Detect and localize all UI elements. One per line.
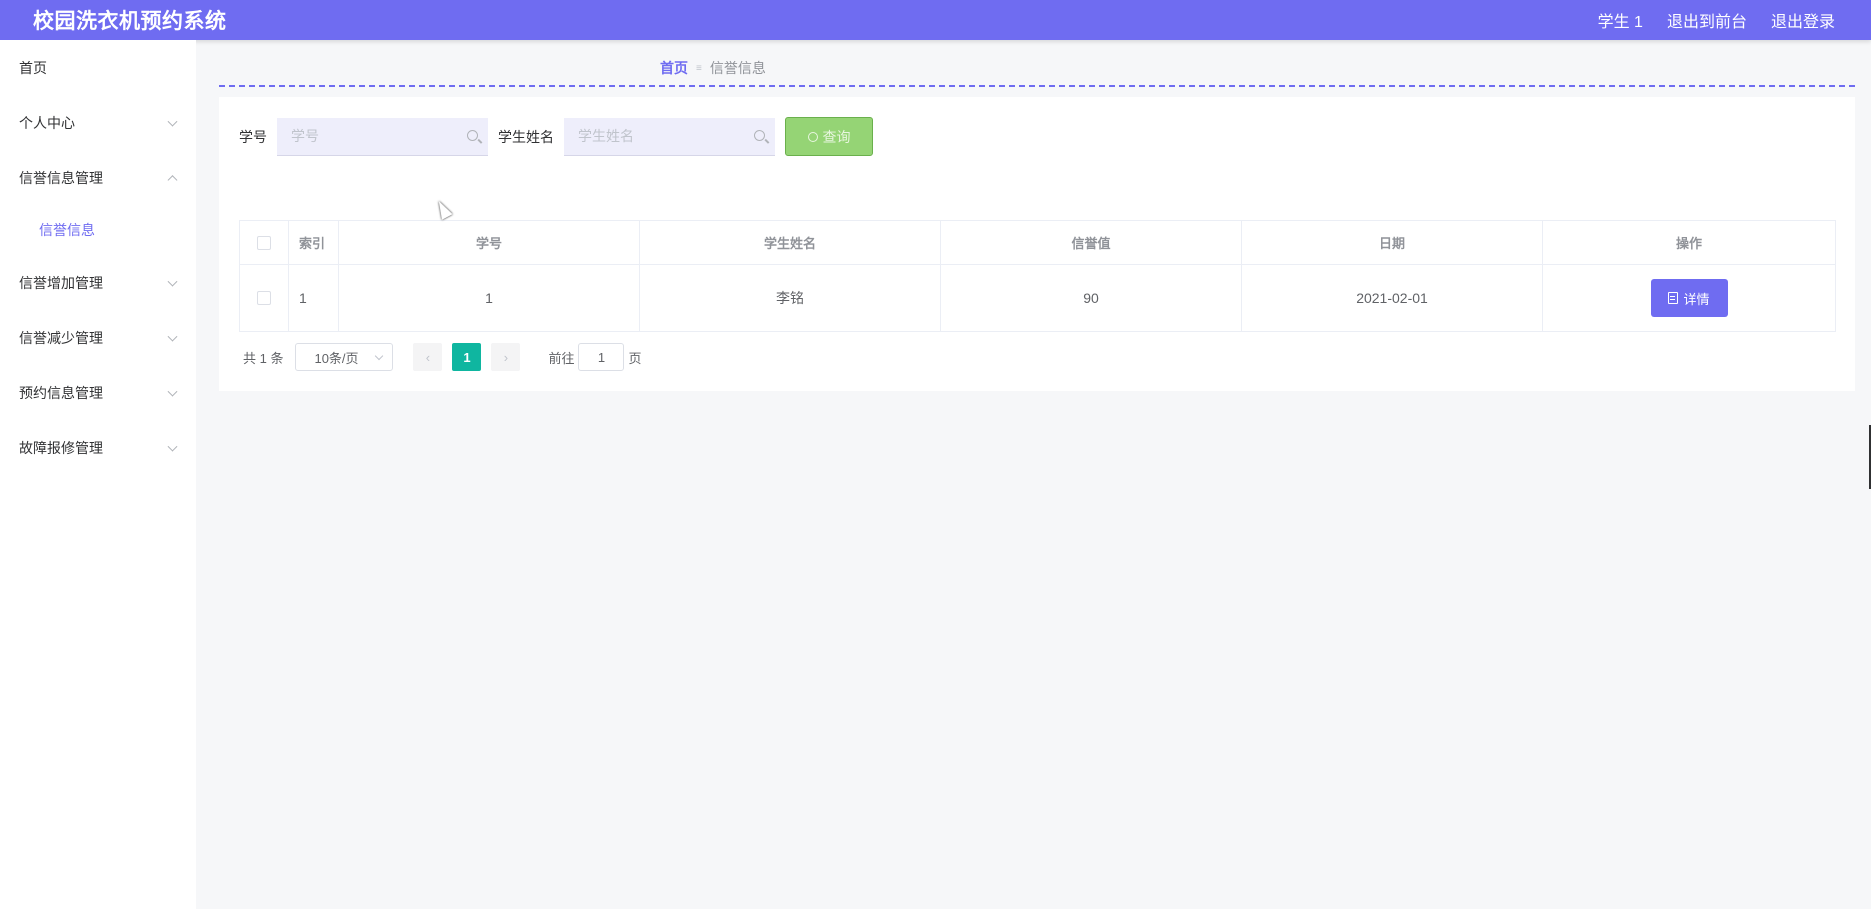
query-button[interactable]: 查询 <box>785 117 873 156</box>
document-icon <box>1668 292 1679 304</box>
breadcrumb-separator-icon: ≡ <box>696 62 702 74</box>
table-row: 1 1 李铭 90 2021-02-01 详情 <box>240 265 1835 331</box>
search-icon <box>754 129 765 141</box>
chevron-down-icon <box>167 386 178 397</box>
sidebar-item-credit-decrease-management[interactable]: 信誉减少管理 <box>0 310 196 365</box>
column-header-date: 日期 <box>1242 221 1543 264</box>
credit-table: 索引 学号 学生姓名 信誉值 日期 操作 1 1 李铭 90 2021-02-0… <box>239 220 1836 332</box>
student-id-field <box>277 117 488 156</box>
column-header-student-name: 学生姓名 <box>640 221 941 264</box>
page-suffix-label: 页 <box>628 350 642 366</box>
breadcrumb-home[interactable]: 首页 <box>660 58 688 78</box>
goto-label: 前往 <box>548 350 575 366</box>
cell-student-name: 李铭 <box>640 265 941 331</box>
column-header-index: 索引 <box>289 221 339 264</box>
header-checkbox-cell <box>240 221 289 264</box>
column-header-action: 操作 <box>1675 236 1702 251</box>
sidebar-item-label: 信誉信息管理 <box>19 169 103 186</box>
sidebar-item-label: 个人中心 <box>19 114 75 131</box>
search-bar: 学号 学生姓名 查询 <box>239 117 873 156</box>
page-size-select[interactable]: 10条/页 <box>295 343 394 371</box>
page-number-button[interactable]: 1 <box>452 343 482 371</box>
detail-button-label: 详情 <box>1683 291 1710 307</box>
goto-page-input[interactable] <box>578 343 625 371</box>
breadcrumb: 首页 ≡ 信誉信息 <box>660 58 766 78</box>
chevron-down-icon <box>167 116 178 127</box>
sidebar-item-label: 预约信息管理 <box>19 384 103 401</box>
table-header-row: 索引 学号 学生姓名 信誉值 日期 操作 <box>240 221 1835 265</box>
exit-to-frontend-link[interactable]: 退出到前台 <box>1667 8 1747 32</box>
sidebar-item-fault-report-management[interactable]: 故障报修管理 <box>0 420 196 475</box>
row-checkbox-cell <box>240 265 289 331</box>
sidebar-item-label: 故障报修管理 <box>19 439 103 456</box>
select-all-checkbox[interactable] <box>257 235 271 250</box>
user-menu[interactable]: 学生 1 <box>1598 8 1643 32</box>
cell-index: 1 <box>289 265 339 331</box>
sidebar-item-label: 首页 <box>19 59 47 76</box>
chevron-down-icon <box>375 351 384 361</box>
chevron-up-icon <box>167 174 178 185</box>
cell-credit: 90 <box>941 265 1242 331</box>
top-header: 校园洗衣机预约系统 学生 1 退出到前台 退出登录 <box>0 0 1871 40</box>
sidebar-item-reservation-management[interactable]: 预约信息管理 <box>0 365 196 420</box>
sidebar-item-personal-center[interactable]: 个人中心 <box>0 95 196 150</box>
sidebar-item-label: 信誉减少管理 <box>19 329 103 346</box>
column-header-student-id: 学号 <box>339 221 640 264</box>
sidebar-item-label: 信誉增加管理 <box>19 274 103 291</box>
logout-link[interactable]: 退出登录 <box>1771 8 1835 32</box>
cell-date: 2021-02-01 <box>1242 265 1543 331</box>
student-id-label: 学号 <box>239 128 267 145</box>
detail-button[interactable]: 详情 <box>1650 279 1728 317</box>
cell-student-id: 1 <box>339 265 640 331</box>
search-icon <box>467 129 478 141</box>
sidebar-item-credit-increase-management[interactable]: 信誉增加管理 <box>0 255 196 310</box>
breadcrumb-current: 信誉信息 <box>709 60 766 76</box>
sidebar-item-label: 信誉信息 <box>39 222 95 238</box>
student-name-field <box>564 117 775 156</box>
student-name-label: 学生姓名 <box>498 128 554 145</box>
sidebar-subitem-credit-info[interactable]: 信誉信息 <box>0 205 196 255</box>
chevron-down-icon <box>167 276 178 287</box>
header-actions: 学生 1 退出到前台 退出登录 <box>1598 8 1835 32</box>
search-icon <box>807 131 818 142</box>
sidebar-item-home[interactable]: 首页 <box>0 40 196 95</box>
chevron-down-icon <box>167 441 178 452</box>
cell-action: 详情 <box>1543 265 1835 331</box>
app-title: 校园洗衣机预约系统 <box>33 10 227 33</box>
content-card: 学号 学生姓名 查询 索引 学号 学生姓名 信誉值 日期 操作 <box>219 97 1855 391</box>
student-name-input[interactable] <box>564 117 775 155</box>
row-checkbox[interactable] <box>257 291 271 305</box>
student-id-input[interactable] <box>277 117 488 155</box>
column-header-credit: 信誉值 <box>941 221 1242 264</box>
prev-page-button[interactable]: ‹ <box>413 343 443 371</box>
sidebar-item-credit-info-management[interactable]: 信誉信息管理 <box>0 150 196 205</box>
chevron-down-icon <box>167 331 178 342</box>
pagination-total: 共 1 条 <box>243 350 284 366</box>
page-size-value: 10条/页 <box>314 350 359 366</box>
next-page-button[interactable]: › <box>491 343 521 371</box>
breadcrumb-divider <box>219 85 1855 87</box>
query-button-label: 查询 <box>822 128 851 145</box>
sidebar: 首页 个人中心 信誉信息管理 信誉信息 信誉增加管理 信誉减少管理 预约信息管理… <box>0 40 196 909</box>
pagination: 共 1 条 10条/页 ‹ 1 › 前往 页 <box>243 343 642 371</box>
